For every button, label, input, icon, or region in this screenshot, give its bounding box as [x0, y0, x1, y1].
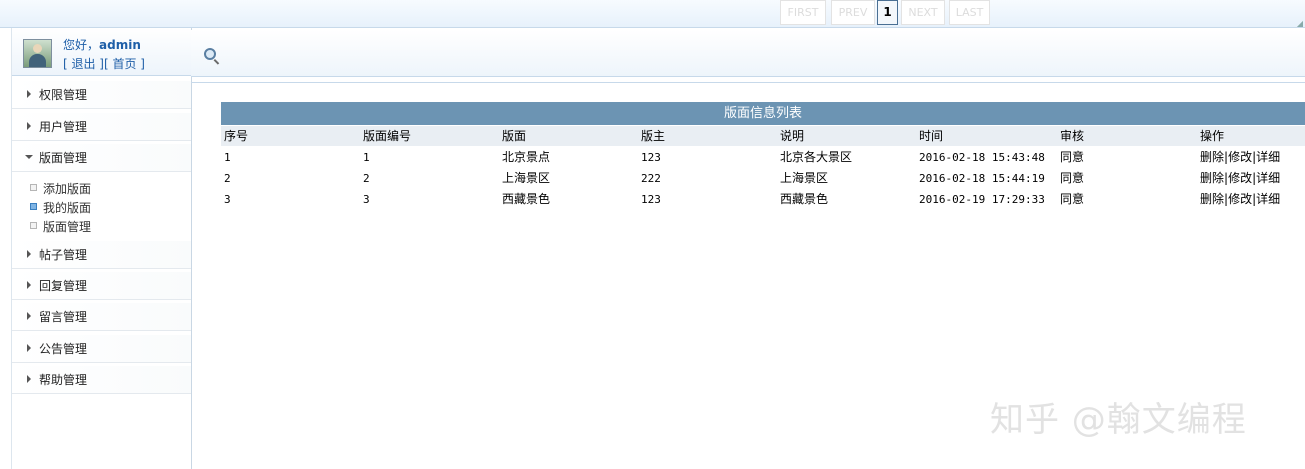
edit-link[interactable]: 修改: [1228, 192, 1252, 206]
cell-board: 西藏景色: [502, 192, 551, 206]
table-header: 序号 版面编号 版面 版主 说明 时间 审核 操作: [221, 126, 1305, 146]
user-links: [ 退出 ][ 首页 ]: [63, 55, 145, 72]
cell-moderator: 123: [641, 151, 661, 164]
caret-right-icon: [27, 90, 31, 98]
pager-current-page[interactable]: 1: [877, 0, 898, 25]
sidebar-item-posts[interactable]: 帖子管理: [12, 241, 191, 269]
table-row: 2 2 上海景区 222 上海景区 2016-02-18 15:44:19 同意…: [221, 168, 1305, 189]
cell-description: 北京各大景区: [780, 150, 853, 164]
cell-time: 2016-02-18 15:44:19: [919, 172, 1045, 185]
caret-right-icon: [27, 250, 31, 258]
delete-link[interactable]: 删除: [1200, 192, 1224, 206]
cell-code: 3: [363, 193, 370, 206]
pager-next-button[interactable]: NEXT: [901, 0, 945, 25]
sidebar-item-label: 留言管理: [39, 310, 88, 324]
submenu-my-boards[interactable]: 我的版面: [30, 199, 91, 216]
caret-right-icon: [27, 122, 31, 130]
table-title: 版面信息列表: [221, 102, 1305, 125]
greeting-text: 您好，: [63, 38, 100, 52]
cell-description: 西藏景色: [780, 192, 829, 206]
edit-link[interactable]: 修改: [1228, 171, 1252, 185]
header-board: 版面: [502, 129, 527, 143]
table-row: 1 1 北京景点 123 北京各大景区 2016-02-18 15:43:48 …: [221, 147, 1305, 168]
sidebar-item-messages[interactable]: 留言管理: [12, 303, 191, 331]
square-bullet-icon: [30, 184, 37, 191]
pager-first-button[interactable]: FIRST: [780, 0, 826, 25]
caret-right-icon: [27, 281, 31, 289]
caret-right-icon: [27, 312, 31, 320]
header-time: 时间: [919, 129, 944, 143]
sidebar-item-label: 帖子管理: [39, 248, 88, 262]
cell-board: 上海景区: [502, 171, 551, 185]
cell-audit: 同意: [1060, 171, 1085, 185]
sidebar-item-label: 用户管理: [39, 120, 88, 134]
delete-link[interactable]: 删除: [1200, 150, 1224, 164]
sidebar-item-label: 帮助管理: [39, 373, 88, 387]
sidebar-item-notices[interactable]: 公告管理: [12, 335, 191, 363]
cell-time: 2016-02-19 17:29:33: [919, 193, 1045, 206]
cell-time: 2016-02-18 15:43:48: [919, 151, 1045, 164]
cell-actions: 删除|修改|详细: [1200, 168, 1280, 189]
top-banner: ◢: [0, 0, 1305, 28]
cell-actions: 删除|修改|详细: [1200, 147, 1280, 168]
cell-audit: 同意: [1060, 192, 1085, 206]
sidebar-item-help[interactable]: 帮助管理: [12, 366, 191, 394]
sidebar-item-users[interactable]: 用户管理: [12, 113, 191, 141]
sidebar: 您好，admin [ 退出 ][ 首页 ] 权限管理 用户管理 版面管理 添加版…: [11, 28, 192, 469]
caret-down-icon: [25, 155, 33, 159]
submenu-board-manage[interactable]: 版面管理: [30, 218, 91, 235]
cell-code: 2: [363, 172, 370, 185]
cell-moderator: 222: [641, 172, 661, 185]
logout-link[interactable]: [ 退出 ]: [63, 57, 104, 71]
cell-index: 1: [224, 151, 231, 164]
square-bullet-icon: [30, 203, 37, 210]
caret-right-icon: [27, 375, 31, 383]
detail-link[interactable]: 详细: [1256, 150, 1280, 164]
submenu-add-board[interactable]: 添加版面: [30, 180, 91, 197]
username: admin: [99, 38, 141, 52]
table-row: 3 3 西藏景色 123 西藏景色 2016-02-19 17:29:33 同意…: [221, 189, 1305, 210]
avatar: [23, 39, 52, 68]
cell-index: 2: [224, 172, 231, 185]
search-icon[interactable]: [204, 48, 220, 65]
edit-link[interactable]: 修改: [1228, 150, 1252, 164]
sidebar-item-permissions[interactable]: 权限管理: [12, 81, 191, 109]
user-panel: 您好，admin [ 退出 ][ 首页 ]: [12, 28, 191, 76]
submenu-label: 版面管理: [43, 220, 92, 234]
detail-link[interactable]: 详细: [1256, 192, 1280, 206]
cell-audit: 同意: [1060, 150, 1085, 164]
cell-board: 北京景点: [502, 150, 551, 164]
detail-link[interactable]: 详细: [1256, 171, 1280, 185]
square-bullet-icon: [30, 222, 37, 229]
header-moderator: 版主: [641, 129, 666, 143]
sidebar-item-boards[interactable]: 版面管理: [12, 144, 191, 172]
submenu-label: 我的版面: [43, 201, 92, 215]
pager-last-button[interactable]: LAST: [949, 0, 990, 25]
header-code: 版面编号: [363, 129, 412, 143]
sidebar-item-label: 权限管理: [39, 88, 88, 102]
caret-right-icon: [27, 344, 31, 352]
header-index: 序号: [224, 129, 249, 143]
sidebar-item-replies[interactable]: 回复管理: [12, 272, 191, 300]
pager-prev-button[interactable]: PREV: [831, 0, 875, 25]
sidebar-item-label: 公告管理: [39, 342, 88, 356]
header-description: 说明: [780, 129, 805, 143]
cell-code: 1: [363, 151, 370, 164]
sidebar-item-label: 回复管理: [39, 279, 88, 293]
sidebar-item-label: 版面管理: [39, 151, 88, 165]
header-audit: 审核: [1060, 129, 1085, 143]
submenu-label: 添加版面: [43, 182, 92, 196]
cell-description: 上海景区: [780, 171, 829, 185]
divider: [191, 82, 1305, 83]
cell-actions: 删除|修改|详细: [1200, 189, 1280, 210]
cell-moderator: 123: [641, 193, 661, 206]
cell-index: 3: [224, 193, 231, 206]
delete-link[interactable]: 删除: [1200, 171, 1224, 185]
watermark: 知乎 @翰文编程: [990, 400, 1247, 440]
search-bar: [191, 30, 1305, 77]
home-link[interactable]: [ 首页 ]: [104, 57, 145, 71]
header-actions: 操作: [1200, 129, 1225, 143]
greeting: 您好，admin: [63, 36, 141, 53]
